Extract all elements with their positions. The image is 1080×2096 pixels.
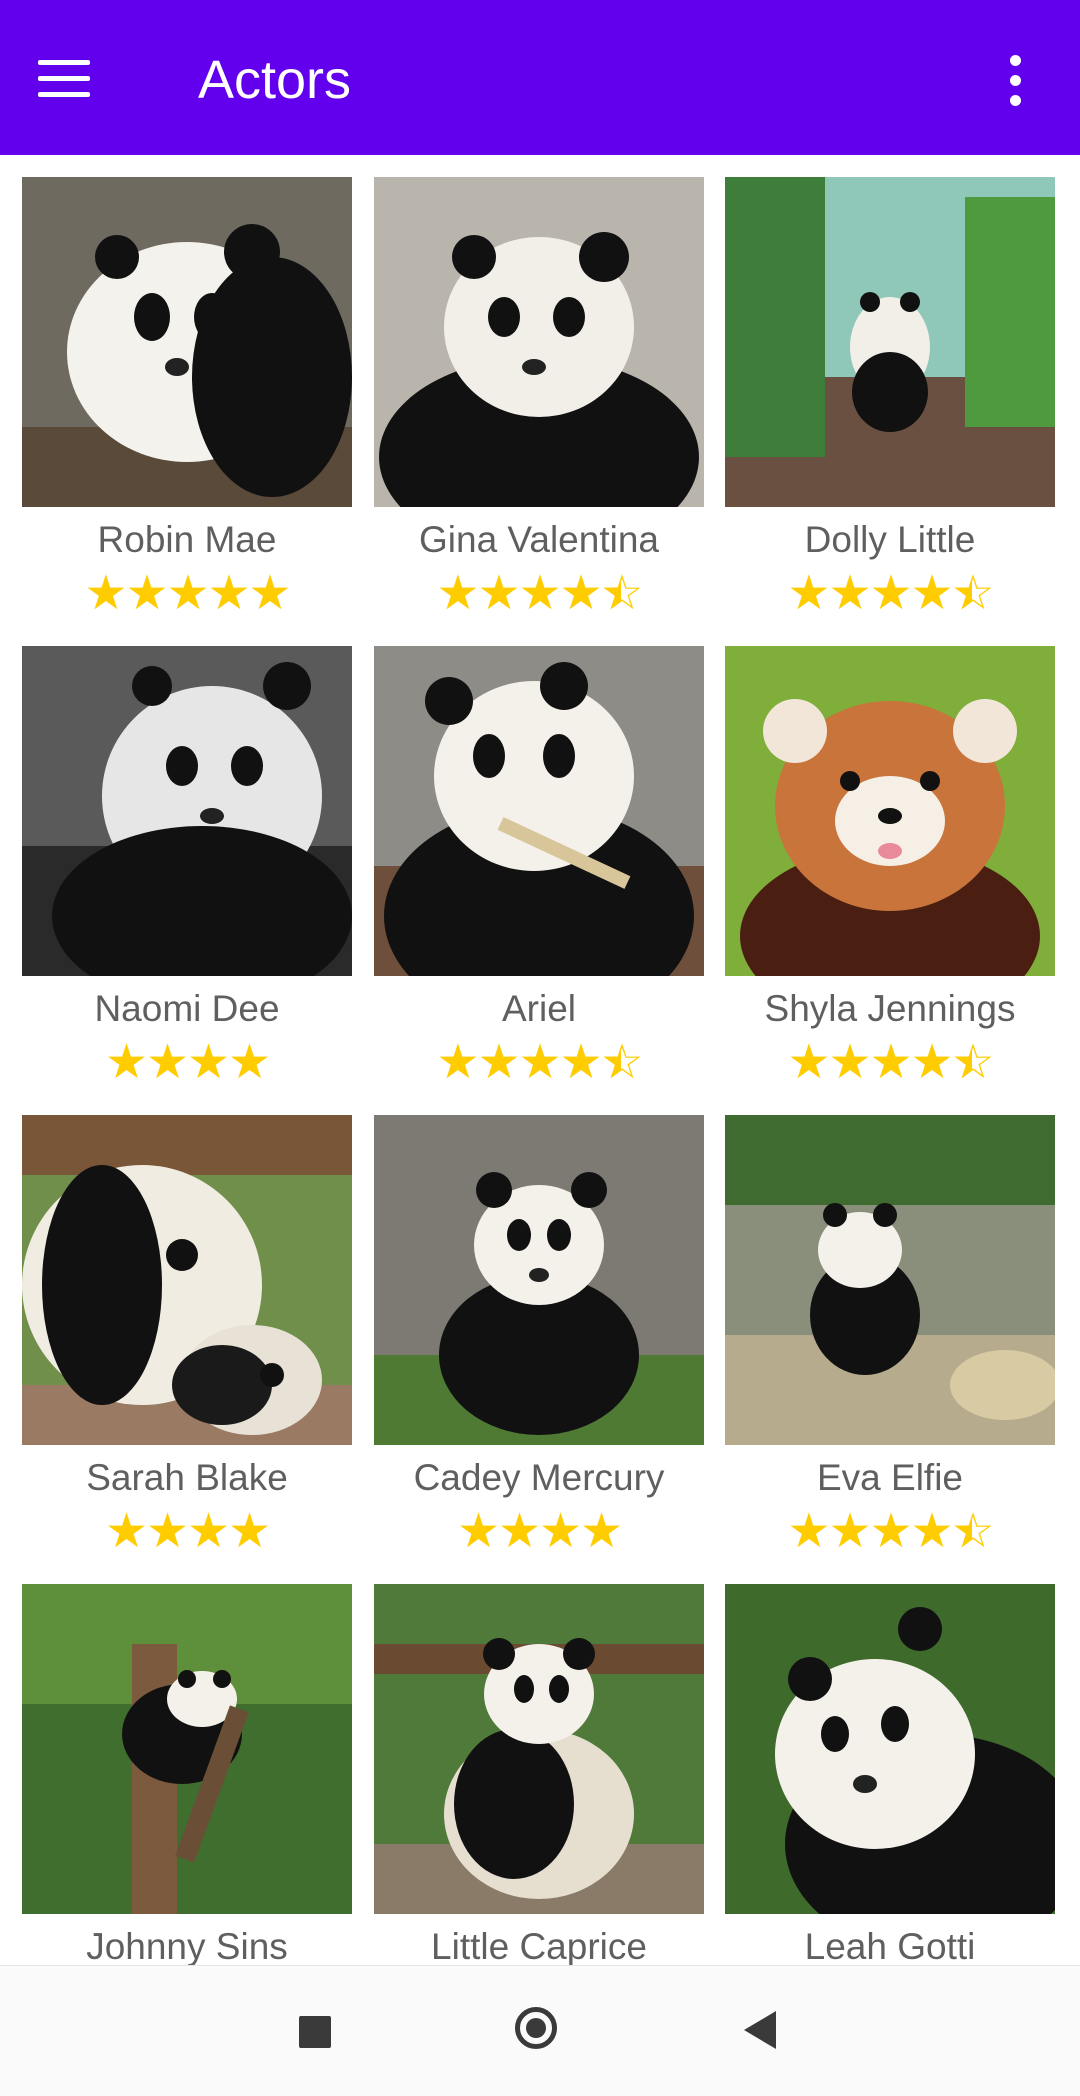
- star-icon: ★: [828, 1505, 871, 1558]
- rating-stars: ★★★★★: [725, 1036, 1055, 1089]
- actors-grid[interactable]: Robin Mae ★★★★★ Gina Valentina ★★★★★ Dol…: [0, 155, 1080, 1965]
- star-icon: ★: [869, 567, 912, 620]
- rating-stars: ★★★★: [374, 1507, 704, 1557]
- circle-home-icon[interactable]: [515, 2007, 557, 2049]
- actor-photo: [22, 646, 352, 976]
- star-icon: ★: [248, 567, 292, 620]
- star-icon: ★: [828, 567, 871, 620]
- star-icon: ★: [477, 1036, 520, 1089]
- star-icon: ★: [228, 1036, 271, 1089]
- actor-card[interactable]: Robin Mae ★★★★★: [22, 155, 352, 623]
- star-icon: ★: [104, 1036, 148, 1089]
- star-icon: ★: [477, 567, 520, 620]
- actor-name: Sarah Blake: [86, 1457, 288, 1498]
- rating-stars: ★★★★★: [725, 1505, 1055, 1558]
- actor-name: Cadey Mercury: [413, 1457, 665, 1498]
- actor-card[interactable]: Gina Valentina ★★★★★: [374, 155, 704, 623]
- rating-stars: ★★★★★: [374, 567, 704, 620]
- actor-name: Little Caprice: [431, 1926, 647, 1965]
- rating-stars: ★★★★★: [22, 569, 352, 619]
- rating-stars: ★★★★★: [374, 1036, 704, 1089]
- star-icon: ★: [910, 1036, 954, 1089]
- actor-card[interactable]: Cadey Mercury ★★★★: [374, 1093, 704, 1561]
- actor-card[interactable]: Little Caprice: [374, 1562, 704, 1965]
- actor-photo: [374, 177, 704, 507]
- star-icon: ★: [869, 1036, 912, 1089]
- actor-name: Robin Mae: [97, 519, 277, 560]
- actor-card[interactable]: Eva Elfie ★★★★★: [725, 1093, 1055, 1561]
- half-star-icon: ★: [952, 1038, 993, 1088]
- star-icon: ★: [910, 567, 954, 620]
- half-star-icon: ★: [952, 569, 993, 619]
- star-icon: ★: [84, 567, 127, 620]
- star-icon: ★: [187, 1036, 230, 1089]
- star-icon: ★: [828, 1036, 871, 1089]
- actor-name: Johnny Sins: [86, 1926, 288, 1965]
- star-icon: ★: [559, 1036, 603, 1089]
- rating-stars: ★★★★: [22, 1507, 352, 1557]
- square-recents-icon[interactable]: [299, 2016, 331, 2048]
- triangle-back-icon[interactable]: [744, 2011, 776, 2049]
- actor-name: Shyla Jennings: [764, 988, 1016, 1029]
- star-icon: ★: [187, 1505, 230, 1558]
- half-star-icon: ★: [601, 569, 642, 619]
- actor-photo: [22, 1584, 352, 1914]
- actor-card[interactable]: Dolly Little ★★★★★: [725, 155, 1055, 623]
- actor-card[interactable]: Sarah Blake ★★★★: [22, 1093, 352, 1561]
- actor-photo: [725, 646, 1055, 976]
- actor-name: Eva Elfie: [816, 1457, 963, 1498]
- actor-photo: [374, 1115, 704, 1445]
- star-icon: ★: [228, 1505, 271, 1558]
- actor-card[interactable]: Naomi Dee ★★★★: [22, 624, 352, 1092]
- actor-photo: [374, 1584, 704, 1914]
- app-bar: Actors: [0, 0, 1080, 155]
- actor-name: Dolly Little: [804, 519, 976, 560]
- actor-name: Leah Gotti: [804, 1926, 976, 1965]
- star-icon: ★: [145, 1036, 189, 1089]
- hamburger-menu-icon[interactable]: [38, 48, 118, 108]
- half-star-icon: ★: [952, 1507, 993, 1557]
- actor-name: Gina Valentina: [419, 519, 659, 560]
- actor-photo: [725, 1115, 1055, 1445]
- star-icon: ★: [104, 1505, 148, 1558]
- rating-stars: ★★★★★: [725, 567, 1055, 620]
- star-icon: ★: [539, 1505, 582, 1558]
- star-icon: ★: [559, 567, 603, 620]
- actor-photo: [725, 177, 1055, 507]
- star-icon: ★: [787, 1505, 830, 1558]
- star-icon: ★: [869, 1505, 912, 1558]
- star-icon: ★: [787, 1036, 830, 1089]
- actor-name: Naomi Dee: [94, 988, 280, 1029]
- star-icon: ★: [145, 1505, 189, 1558]
- actor-card[interactable]: Johnny Sins: [22, 1562, 352, 1965]
- rating-stars: ★★★★: [22, 1038, 352, 1088]
- actor-card[interactable]: Shyla Jennings ★★★★★: [725, 624, 1055, 1092]
- star-icon: ★: [166, 567, 209, 620]
- star-icon: ★: [125, 567, 168, 620]
- actor-photo: [725, 1584, 1055, 1914]
- star-icon: ★: [436, 567, 479, 620]
- actor-card[interactable]: Ariel ★★★★★: [374, 624, 704, 1092]
- star-icon: ★: [518, 567, 561, 620]
- half-star-icon: ★: [601, 1038, 642, 1088]
- more-vert-icon[interactable]: [990, 50, 1040, 110]
- star-icon: ★: [207, 567, 251, 620]
- star-icon: ★: [497, 1505, 541, 1558]
- star-icon: ★: [436, 1036, 479, 1089]
- system-nav-bar: [0, 1965, 1080, 2096]
- actor-photo: [374, 646, 704, 976]
- actor-photo: [22, 177, 352, 507]
- star-icon: ★: [910, 1505, 954, 1558]
- actor-name: Ariel: [501, 988, 577, 1029]
- star-icon: ★: [456, 1505, 500, 1558]
- star-icon: ★: [787, 567, 830, 620]
- actor-photo: [22, 1115, 352, 1445]
- actor-card[interactable]: Leah Gotti: [725, 1562, 1055, 1965]
- star-icon: ★: [518, 1036, 561, 1089]
- star-icon: ★: [580, 1505, 623, 1558]
- page-title: Actors: [198, 50, 352, 110]
